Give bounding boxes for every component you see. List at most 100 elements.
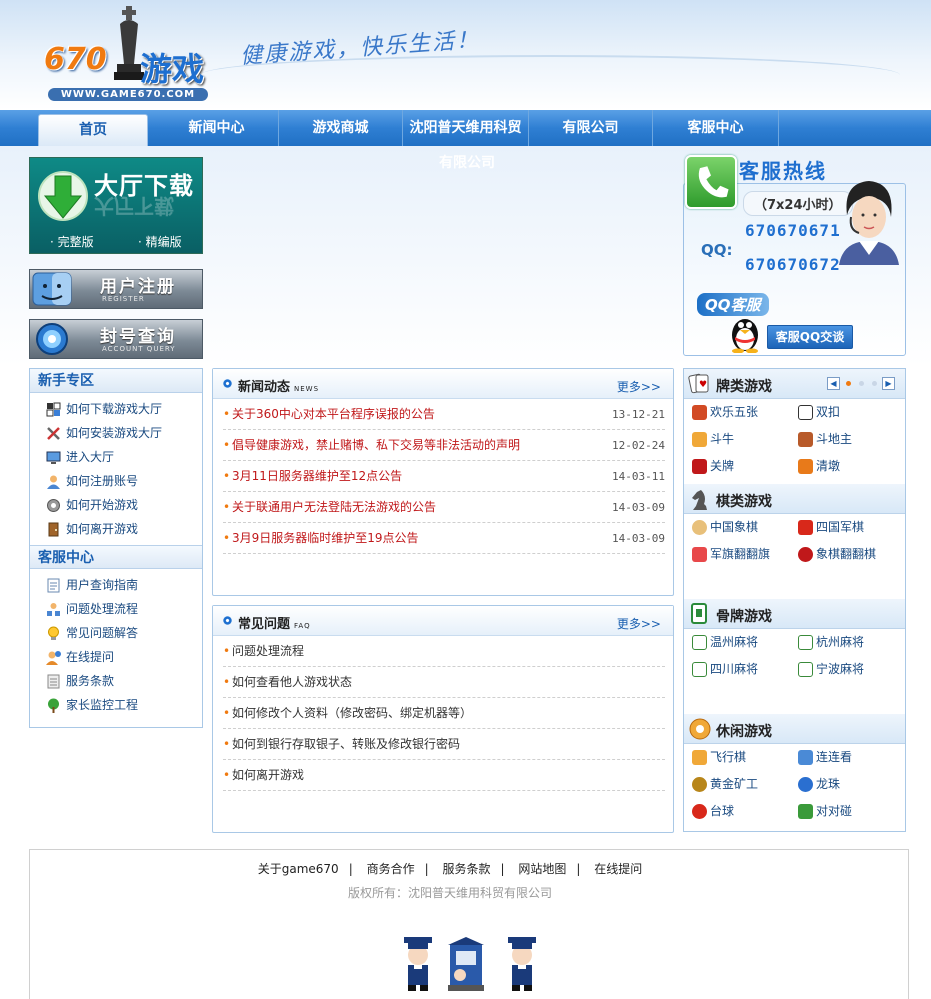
newbie-item-download[interactable]: 如何下载游戏大厅 bbox=[30, 397, 202, 421]
game-item[interactable]: 军旗翻翻旗 bbox=[692, 544, 770, 564]
news-more-link[interactable]: 更多>> bbox=[617, 378, 661, 395]
download-lobby-button[interactable]: 大厅下载 大厅下载 · 完整版 · 精编版 bbox=[29, 157, 203, 254]
game-item[interactable]: 对对碰 bbox=[798, 801, 852, 821]
footer-link-sitemap[interactable]: 网站地图 bbox=[518, 862, 566, 876]
footer-link-terms[interactable]: 服务条款 bbox=[442, 862, 490, 876]
game-item[interactable]: 杭州麻将 bbox=[798, 632, 864, 652]
globe-query-icon bbox=[36, 323, 68, 355]
pager-next-button[interactable]: ▶ bbox=[882, 377, 895, 390]
qq-penguin-icon bbox=[732, 319, 758, 353]
newbie-item-install[interactable]: 如何安装游戏大厅 bbox=[30, 421, 202, 445]
service-hotline: 客服热线 （7x24小时） QQ: 670670671 670670672 QQ… bbox=[683, 155, 906, 356]
news-row[interactable]: • 关于联通用户无法登陆无法游戏的公告 14-03-09 bbox=[223, 492, 665, 523]
mahjong-icon bbox=[798, 635, 813, 650]
game-item[interactable]: 黄金矿工 bbox=[692, 774, 758, 794]
news-item-title[interactable]: 关于联通用户无法登陆无法游戏的公告 bbox=[232, 492, 436, 523]
pager-dot[interactable] bbox=[859, 381, 864, 386]
support-item-guide[interactable]: 用户查询指南 bbox=[30, 573, 202, 597]
register-button[interactable]: 用户注册 REGISTER bbox=[29, 269, 203, 309]
support-item-ask[interactable]: 在线提问 bbox=[30, 645, 202, 669]
newbie-item-start[interactable]: 如何开始游戏 bbox=[30, 493, 202, 517]
bullet-icon: • bbox=[223, 706, 231, 720]
card-games-section: ♥ 牌类游戏 ◀ ▶ 欢乐五张 双扣 斗牛 斗地主 关牌 清墩 bbox=[684, 369, 905, 484]
logo-text: 游戏 bbox=[140, 50, 205, 88]
game-item[interactable]: 象棋翻翻棋 bbox=[798, 544, 876, 564]
faq-row[interactable]: • 如何离开游戏 bbox=[223, 760, 665, 791]
nav-company-2[interactable]: 有限公司 bbox=[529, 110, 653, 146]
faq-row[interactable]: • 如何查看他人游戏状态 bbox=[223, 667, 665, 698]
newbie-list: 如何下载游戏大厅 如何安装游戏大厅 进入大厅 如何注册账号 如何开始游戏 如何离… bbox=[30, 393, 202, 541]
faq-item-title[interactable]: 如何查看他人游戏状态 bbox=[232, 667, 352, 698]
bulb-icon bbox=[48, 626, 59, 640]
faq-row[interactable]: • 如何到银行存取银子、转账及修改银行密码 bbox=[223, 729, 665, 760]
game-item[interactable]: 关牌 bbox=[692, 456, 734, 476]
game-item[interactable]: 龙珠 bbox=[798, 774, 840, 794]
news-row[interactable]: • 3月9日服务器临时维护至19点公告 14-03-09 bbox=[223, 523, 665, 554]
support-item-parental[interactable]: 家长监控工程 bbox=[30, 693, 202, 717]
support-item-terms[interactable]: 服务条款 bbox=[30, 669, 202, 693]
flow-icon bbox=[47, 603, 60, 616]
footer-separator: | bbox=[348, 862, 353, 876]
game-item[interactable]: 双扣 bbox=[798, 402, 840, 422]
support-item-faq[interactable]: 常见问题解答 bbox=[30, 621, 202, 645]
news-row[interactable]: • 3月11日服务器维护至12点公告 14-03-11 bbox=[223, 461, 665, 492]
game-item[interactable]: 飞行棋 bbox=[692, 747, 746, 767]
pager-dot-active[interactable] bbox=[846, 381, 851, 386]
copyright: 版权所有：沈阳普天维用科贸有限公司 bbox=[347, 886, 552, 900]
news-item-title[interactable]: 3月9日服务器临时维护至19点公告 bbox=[232, 523, 419, 554]
news-row[interactable]: • 关于360中心对本平台程序误报的公告 13-12-21 bbox=[223, 399, 665, 430]
support-item-flow[interactable]: 问题处理流程 bbox=[30, 597, 202, 621]
news-item-title[interactable]: 关于360中心对本平台程序误报的公告 bbox=[232, 399, 435, 430]
game-item[interactable]: 四川麻将 bbox=[692, 659, 758, 679]
footer-link-business[interactable]: 商务合作 bbox=[367, 862, 415, 876]
bullet-icon: • bbox=[223, 407, 231, 421]
game-item[interactable]: 温州麻将 bbox=[692, 632, 758, 652]
game-item[interactable]: 清墩 bbox=[798, 456, 840, 476]
game-item[interactable]: 四国军棋 bbox=[798, 517, 864, 537]
nav-shop[interactable]: 游戏商城 bbox=[279, 110, 403, 146]
game-item[interactable]: 欢乐五张 bbox=[692, 402, 758, 422]
pager-dot[interactable] bbox=[872, 381, 877, 386]
faq-more-link[interactable]: 更多>> bbox=[617, 615, 661, 632]
site-logo[interactable]: 670 游戏 WWW.GAME670.COM bbox=[40, 6, 210, 106]
game-item[interactable]: 斗地主 bbox=[798, 429, 852, 449]
faq-item-title[interactable]: 如何修改个人资料（修改密码、绑定机器等） bbox=[232, 698, 472, 729]
nav-company[interactable]: 沈阳普天维用科贸 bbox=[403, 110, 529, 146]
site-header: 670 游戏 WWW.GAME670.COM 健康游戏，快乐生活！ bbox=[0, 0, 931, 110]
game-label: 对对碰 bbox=[816, 804, 853, 818]
newbie-item-leave[interactable]: 如何离开游戏 bbox=[30, 517, 202, 541]
game-item[interactable]: 宁波麻将 bbox=[798, 659, 864, 679]
faq-row[interactable]: • 如何修改个人资料（修改密码、绑定机器等） bbox=[223, 698, 665, 729]
nav-news[interactable]: 新闻中心 bbox=[155, 110, 279, 146]
police-badge-icon[interactable] bbox=[400, 935, 436, 993]
pager-prev-button[interactable]: ◀ bbox=[827, 377, 840, 390]
newbie-item-enter[interactable]: 进入大厅 bbox=[30, 445, 202, 469]
faq-item-title[interactable]: 如何到银行存取银子、转账及修改银行密码 bbox=[232, 729, 460, 760]
newbie-item-register[interactable]: 如何注册账号 bbox=[30, 469, 202, 493]
faq-item-title[interactable]: 问题处理流程 bbox=[232, 636, 304, 667]
game-label: 欢乐五张 bbox=[710, 405, 759, 419]
footer-link-ask[interactable]: 在线提问 bbox=[594, 862, 642, 876]
police-officer-icon[interactable] bbox=[504, 935, 540, 993]
farmer-icon bbox=[798, 432, 813, 447]
news-item-title[interactable]: 倡导健康游戏，禁止赌博、私下交易等非法活动的声明 bbox=[232, 430, 520, 461]
casual-game-icon bbox=[689, 718, 711, 740]
news-row[interactable]: • 倡导健康游戏，禁止赌博、私下交易等非法活动的声明 12-02-24 bbox=[223, 430, 665, 461]
account-query-button[interactable]: 封号查询 ACCOUNT QUERY bbox=[29, 319, 203, 359]
faq-row[interactable]: • 问题处理流程 bbox=[223, 636, 665, 667]
nav-home[interactable]: 首页 bbox=[38, 114, 148, 146]
game-item[interactable]: 连连看 bbox=[798, 747, 852, 767]
footer-link-about[interactable]: 关于game670 bbox=[258, 862, 339, 876]
download-full-link[interactable]: · 完整版 bbox=[50, 233, 94, 250]
qq-chat-button[interactable]: 客服QQ交谈 bbox=[767, 325, 853, 349]
nav-service[interactable]: 客服中心 bbox=[653, 110, 779, 146]
bull-icon bbox=[692, 432, 707, 447]
download-lite-link[interactable]: · 精编版 bbox=[138, 233, 182, 250]
game-item[interactable]: 中国象棋 bbox=[692, 517, 758, 537]
faq-box: 常见问题 FAQ 更多>> • 问题处理流程 • 如何查看他人游戏状态 • 如何修改个人… bbox=[212, 605, 674, 833]
news-item-title[interactable]: 3月11日服务器维护至12点公告 bbox=[232, 461, 402, 492]
game-item[interactable]: 台球 bbox=[692, 801, 734, 821]
game-item[interactable]: 斗牛 bbox=[692, 429, 734, 449]
police-booth-icon[interactable] bbox=[444, 935, 488, 993]
faq-item-title[interactable]: 如何离开游戏 bbox=[232, 760, 304, 791]
